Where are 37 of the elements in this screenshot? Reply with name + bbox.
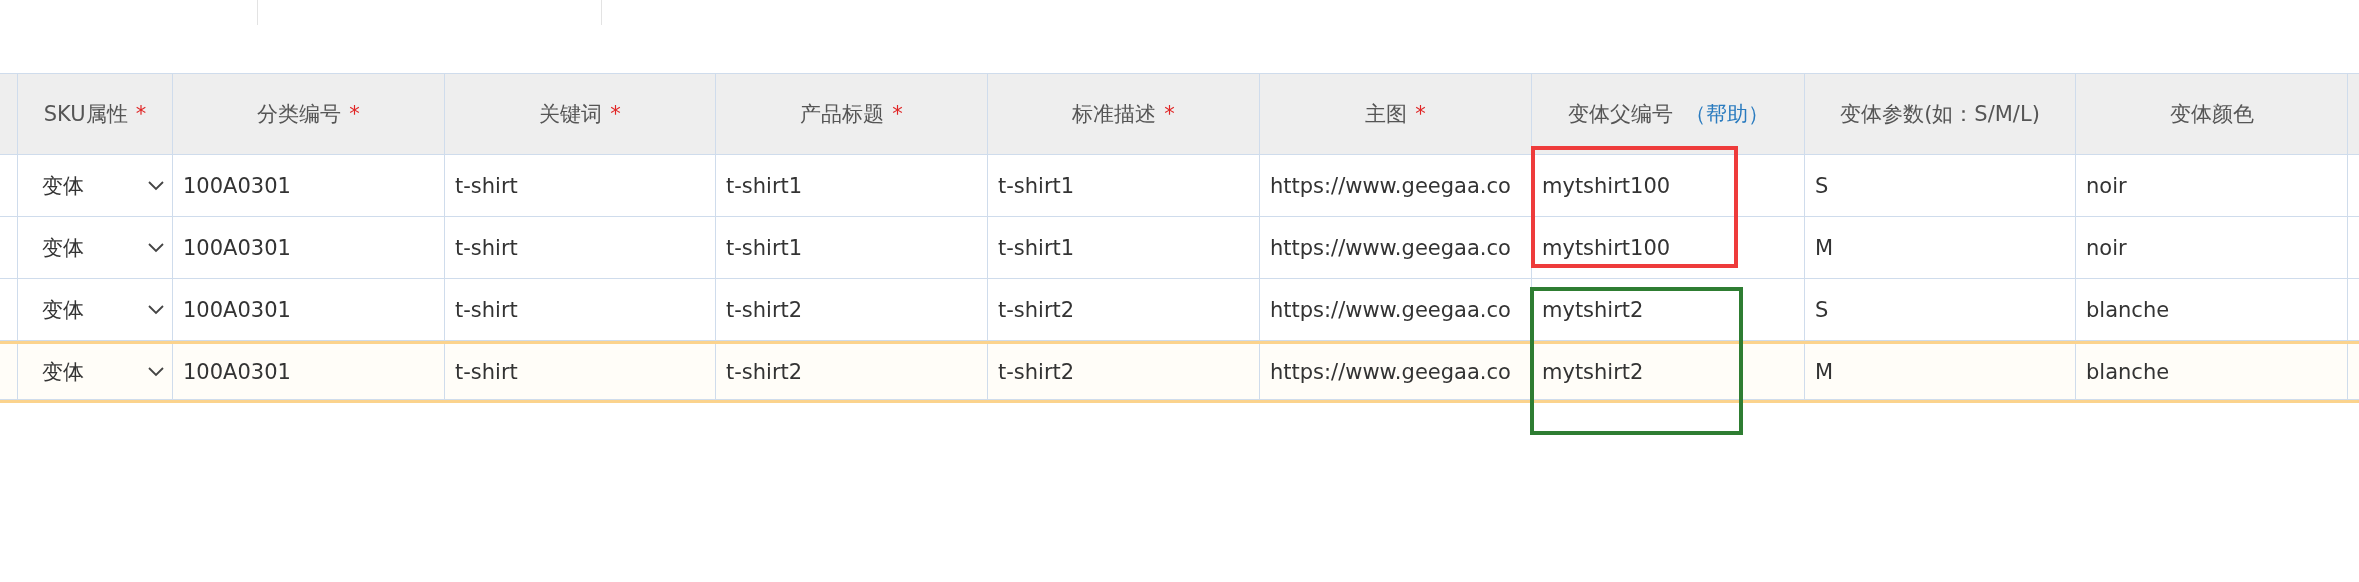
required-mark: *	[1164, 102, 1175, 126]
table-cell: blanche	[2076, 344, 2348, 400]
chevron-down-icon	[148, 180, 164, 191]
table-cell: M	[1805, 344, 2076, 400]
help-link[interactable]: （帮助）	[1684, 100, 1769, 128]
chevron-down-icon	[148, 366, 164, 377]
chevron-down-icon	[148, 304, 164, 315]
table-cell: t-shirt	[445, 344, 716, 400]
required-mark: *	[135, 102, 147, 126]
required-mark: *	[892, 102, 903, 126]
column-header: 变体颜色	[2169, 101, 2254, 128]
column-header: 分类编号	[257, 101, 342, 128]
column-header: 变体参数(如：S/M/L)	[1840, 101, 2040, 128]
sku-select[interactable]: 变体	[18, 217, 172, 278]
table-row[interactable]: 变体 100A0301 t-shirt t-shirt2 t-shirt2 https://www.geegaa.co mytshirt2 M blanche	[0, 341, 2359, 403]
required-mark: *	[1415, 102, 1426, 126]
column-header: 变体父编号	[1567, 101, 1673, 128]
column-header: 主图	[1365, 101, 1408, 128]
column-header: 关键词	[539, 101, 603, 128]
table-cell: 100A0301	[173, 344, 445, 400]
sku-select[interactable]: 变体	[18, 344, 172, 399]
table-row[interactable]: 变体 100A0301 t-shirt t-shirt2 t-shirt2 https://www.geegaa.co mytshirt2 S blanche	[0, 279, 2359, 341]
table-cell: t-shirt2	[716, 344, 988, 400]
table-row[interactable]: 变体 100A0301 t-shirt t-shirt1 t-shirt1 https://www.geegaa.co mytshirt100 M noir	[0, 217, 2359, 279]
table-row[interactable]: 变体 100A0301 t-shirt t-shirt1 t-shirt1 https://www.geegaa.co mytshirt100 S noir	[0, 155, 2359, 217]
table-cell: mytshirt2	[1532, 344, 1805, 400]
table-cell: t-shirt2	[988, 344, 1260, 400]
chevron-down-icon	[148, 242, 164, 253]
column-header: 产品标题	[800, 101, 885, 128]
required-mark: *	[349, 102, 360, 126]
required-mark: *	[610, 102, 621, 126]
column-header: SKU属性	[43, 101, 128, 128]
column-header: 标准描述	[1072, 101, 1157, 128]
sku-select[interactable]: 变体	[18, 155, 172, 216]
sku-select[interactable]: 变体	[18, 279, 172, 340]
table-cell: https://www.geegaa.co	[1260, 344, 1532, 400]
table-cell	[0, 344, 18, 400]
